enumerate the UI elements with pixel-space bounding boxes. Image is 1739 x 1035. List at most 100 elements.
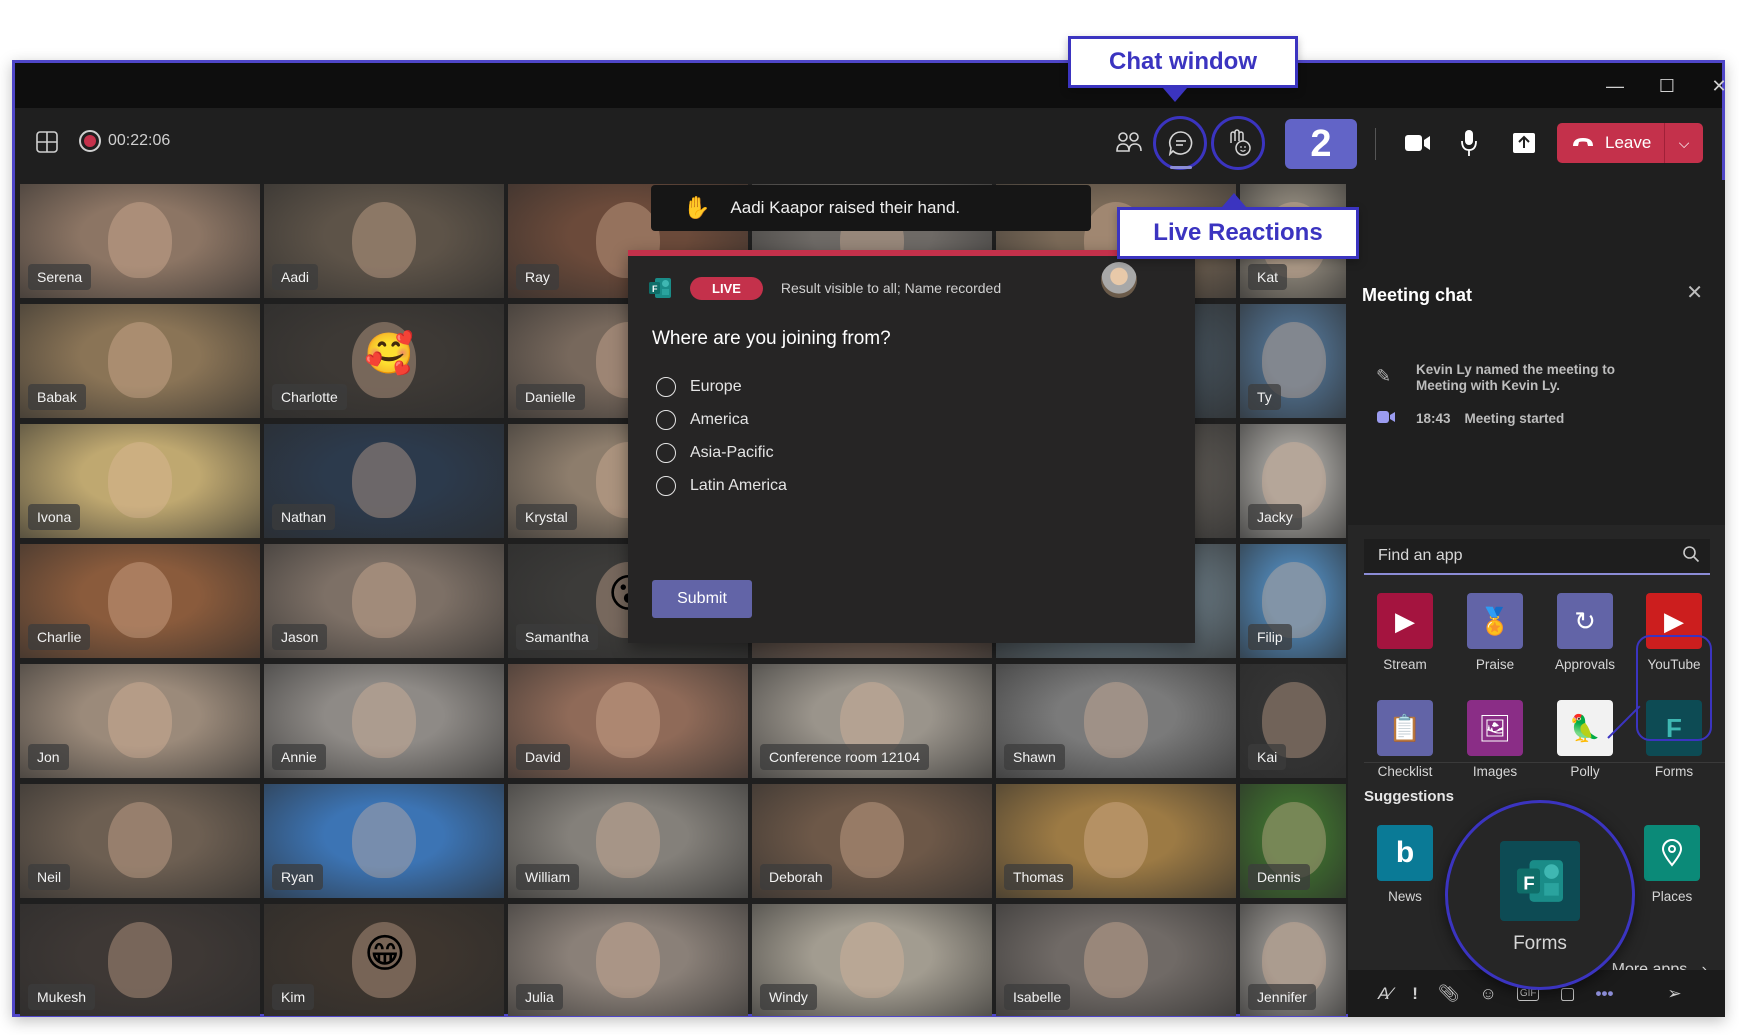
app-images[interactable]: 🖼 Images bbox=[1460, 700, 1530, 779]
people-icon[interactable] bbox=[1114, 128, 1144, 158]
callout-pointer bbox=[1222, 193, 1246, 207]
participant-name: Charlotte bbox=[272, 384, 347, 410]
participant-name: Jason bbox=[272, 624, 328, 650]
attach-icon[interactable]: 📎︎ bbox=[1438, 984, 1460, 1004]
participant-tile[interactable]: Jacky bbox=[1240, 424, 1346, 538]
app-polly[interactable]: 🦜 Polly bbox=[1550, 700, 1620, 779]
poll-option-label: Latin America bbox=[690, 477, 787, 494]
participant-tile[interactable]: David bbox=[508, 664, 748, 778]
microphone-icon[interactable] bbox=[1457, 128, 1481, 158]
participant-tile[interactable]: Filip bbox=[1240, 544, 1346, 658]
minimize-button[interactable]: — bbox=[1595, 71, 1635, 101]
title-bar: — ☐ ✕ bbox=[15, 63, 1727, 108]
radio-button[interactable] bbox=[656, 476, 676, 496]
participant-tile[interactable]: Julia bbox=[508, 904, 748, 1016]
radio-button[interactable] bbox=[656, 410, 676, 430]
participant-tile[interactable]: Babak bbox=[20, 304, 260, 418]
participant-tile[interactable]: Conference room 12104 bbox=[752, 664, 992, 778]
participant-tile[interactable]: Deborah bbox=[752, 784, 992, 898]
app-checklist[interactable]: 📋 Checklist bbox=[1370, 700, 1440, 779]
share-icon[interactable] bbox=[1511, 130, 1537, 156]
participant-tile[interactable]: Jason bbox=[264, 544, 504, 658]
svg-text:F: F bbox=[652, 284, 658, 294]
participant-tile[interactable]: William bbox=[508, 784, 748, 898]
chat-active-indicator bbox=[1170, 166, 1192, 169]
raised-hand-notification: ✋ Aadi Kaapor raised their hand. bbox=[651, 185, 1091, 231]
participant-name: Conference room 12104 bbox=[760, 744, 929, 770]
recording-icon bbox=[79, 130, 101, 152]
grid-layout-icon[interactable] bbox=[35, 130, 59, 154]
participant-tile[interactable]: 🥰 Charlotte bbox=[264, 304, 504, 418]
radio-button[interactable] bbox=[656, 377, 676, 397]
participant-tile[interactable]: Windy bbox=[752, 904, 992, 1016]
participant-tile[interactable]: Jon bbox=[20, 664, 260, 778]
forms-app-highlight bbox=[1636, 635, 1712, 741]
send-icon[interactable]: ➢ bbox=[1667, 984, 1681, 1004]
participant-name: Windy bbox=[760, 984, 817, 1010]
participant-tile[interactable]: Ryan bbox=[264, 784, 504, 898]
app-approvals[interactable]: ↻ Approvals bbox=[1550, 593, 1620, 672]
meeting-camera-icon bbox=[1376, 409, 1396, 430]
leave-options-dropdown[interactable]: ⌵ bbox=[1665, 135, 1703, 152]
chat-system-message: 18:43 Meeting started bbox=[1416, 411, 1564, 427]
participant-video bbox=[108, 202, 172, 278]
participant-video bbox=[596, 802, 660, 878]
reactions-icon[interactable] bbox=[1224, 128, 1254, 158]
participant-tile[interactable]: Jennifer bbox=[1240, 904, 1346, 1016]
close-chat-icon[interactable]: ✕ bbox=[1686, 280, 1703, 305]
submit-button[interactable]: Submit bbox=[652, 580, 752, 618]
stream-icon: ▶ bbox=[1377, 593, 1433, 649]
participant-tile[interactable]: Neil bbox=[20, 784, 260, 898]
chat-title: Meeting chat bbox=[1362, 285, 1473, 305]
poll-creator-avatar bbox=[1101, 262, 1137, 298]
participant-video bbox=[840, 922, 904, 998]
participant-tile[interactable]: Nathan bbox=[264, 424, 504, 538]
more-options-icon[interactable]: ••• bbox=[1596, 984, 1614, 1004]
participant-tile[interactable]: Charlie bbox=[20, 544, 260, 658]
leave-button[interactable]: Leave bbox=[1557, 123, 1665, 163]
maximize-button[interactable]: ☐ bbox=[1647, 71, 1687, 101]
participant-tile[interactable]: Dennis bbox=[1240, 784, 1346, 898]
participant-tile[interactable]: Isabelle bbox=[996, 904, 1236, 1016]
raised-hands-count-badge: 2 bbox=[1285, 119, 1357, 169]
participant-tile[interactable]: Serena bbox=[20, 184, 260, 298]
message-text: Meeting started bbox=[1464, 411, 1565, 426]
toolbar-divider bbox=[1375, 128, 1376, 160]
participant-tile[interactable]: Mukesh bbox=[20, 904, 260, 1016]
participant-name: David bbox=[516, 744, 570, 770]
participant-tile[interactable]: Annie bbox=[264, 664, 504, 778]
forms-icon[interactable]: F bbox=[1500, 841, 1580, 921]
participant-name: Ryan bbox=[272, 864, 323, 890]
emoji-icon[interactable]: ☺ bbox=[1479, 984, 1496, 1004]
participant-video bbox=[1084, 682, 1148, 758]
participant-tile[interactable]: 😁 Kim bbox=[264, 904, 504, 1016]
participant-tile[interactable]: Kai bbox=[1240, 664, 1346, 778]
app-praise[interactable]: 🏅 Praise bbox=[1460, 593, 1530, 672]
find-app-input[interactable]: Find an app bbox=[1364, 539, 1710, 575]
suggested-app-news[interactable]: b News bbox=[1370, 825, 1440, 904]
participant-tile[interactable]: Thomas bbox=[996, 784, 1236, 898]
participant-video bbox=[596, 922, 660, 998]
chat-icon[interactable] bbox=[1166, 128, 1196, 158]
format-icon[interactable]: A⁄ bbox=[1378, 984, 1392, 1004]
participant-name: Ty bbox=[1248, 384, 1281, 410]
participant-name: Thomas bbox=[1004, 864, 1073, 890]
important-icon[interactable]: ! bbox=[1412, 984, 1418, 1004]
participant-tile[interactable]: Aadi bbox=[264, 184, 504, 298]
poll-option-latin-america[interactable]: Latin America bbox=[656, 476, 787, 496]
app-stream[interactable]: ▶ Stream bbox=[1370, 593, 1440, 672]
radio-button[interactable] bbox=[656, 443, 676, 463]
suggested-app-places[interactable]: Places bbox=[1637, 825, 1707, 904]
participant-tile[interactable]: Ty bbox=[1240, 304, 1346, 418]
poll-option-europe[interactable]: Europe bbox=[656, 377, 742, 397]
close-window-button[interactable]: ✕ bbox=[1699, 71, 1739, 101]
poll-option-label: Europe bbox=[690, 378, 742, 395]
participant-tile[interactable]: Ivona bbox=[20, 424, 260, 538]
camera-icon[interactable] bbox=[1403, 130, 1433, 156]
poll-option-asia-pacific[interactable]: Asia-Pacific bbox=[656, 443, 774, 463]
raised-hand-icon: ✋ bbox=[683, 195, 711, 220]
poll-option-america[interactable]: America bbox=[656, 410, 749, 430]
search-icon[interactable] bbox=[1682, 545, 1700, 568]
app-label: Forms bbox=[1513, 933, 1567, 954]
participant-tile[interactable]: Shawn bbox=[996, 664, 1236, 778]
